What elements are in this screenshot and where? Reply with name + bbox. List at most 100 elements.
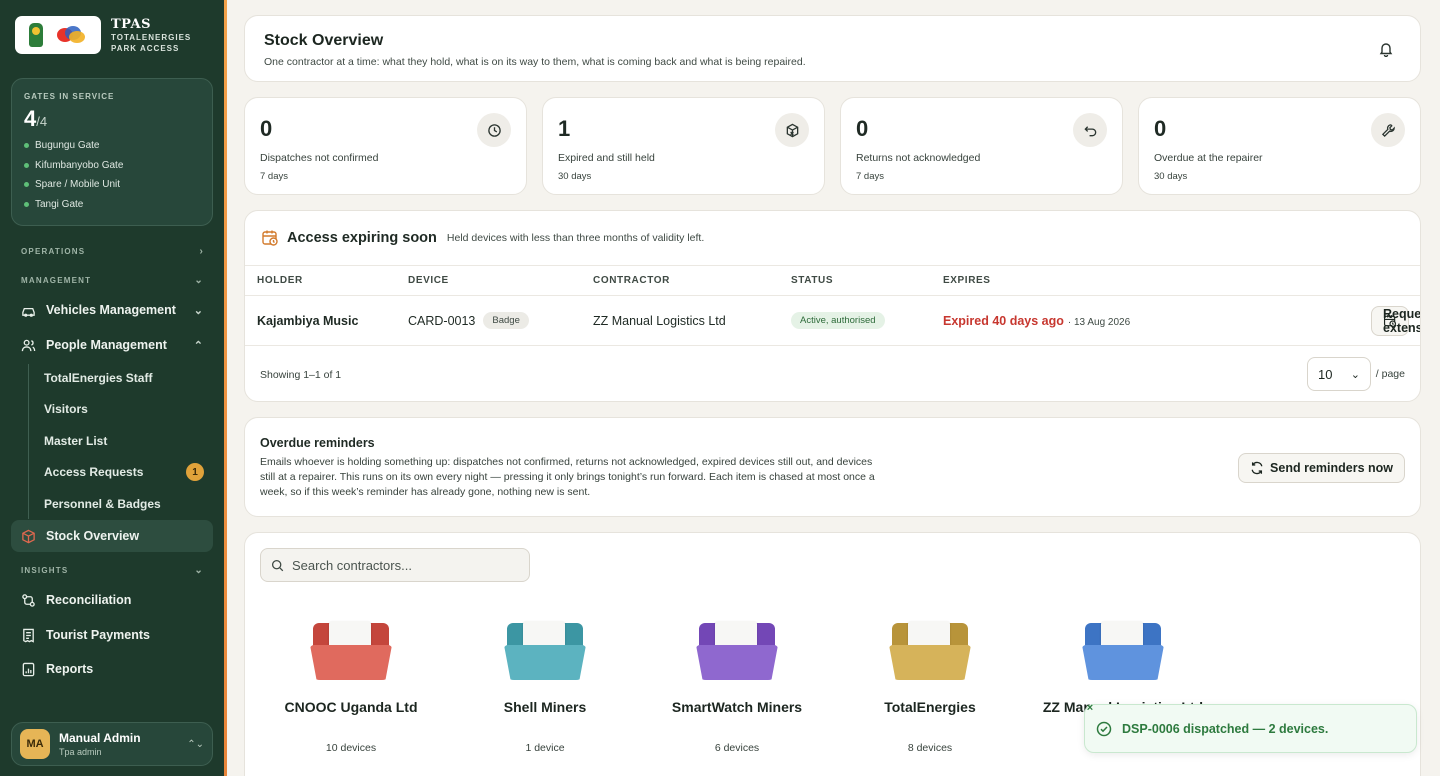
access-requests-badge: 1 [186, 463, 204, 481]
reminders-description: Emails whoever is holding something up: … [260, 456, 875, 498]
contractor-card[interactable]: Shell Miners 1 device [455, 618, 635, 754]
table-row[interactable]: Kajambiya Music CARD-0013 Badge ZZ Manual… [245, 296, 1420, 346]
sidebar-item-master-list[interactable]: Master List [44, 427, 214, 455]
receipt-icon [23, 628, 34, 643]
chevron-updown-icon: ⌃⌄ [187, 738, 204, 750]
page-title: Stock Overview [264, 32, 384, 49]
stat-value: 0 [260, 116, 273, 141]
stat-value: 0 [1154, 116, 1167, 141]
search-input[interactable]: Search contractors... [292, 558, 412, 573]
sidebar-item-visitors[interactable]: Visitors [44, 395, 214, 423]
bell-icon[interactable] [1378, 41, 1394, 57]
brand-title: TPAS [111, 16, 151, 32]
holder-name: Kajambiya Music [257, 313, 359, 328]
send-reminders-button[interactable]: Send reminders now [1238, 453, 1405, 483]
reminders-title: Overdue reminders [260, 436, 375, 450]
wrench-icon [1371, 113, 1405, 147]
contractor-name: ZZ Manual Logistics Ltd [593, 313, 726, 328]
clock-icon [477, 113, 511, 147]
report-icon [22, 662, 35, 676]
stat-label: Returns not acknowledged [856, 152, 981, 164]
sidebar-accent-edge [224, 0, 227, 776]
gate-item: Kifumbanyobo Gate [24, 156, 200, 176]
stat-value: 1 [558, 116, 571, 141]
sidebar: TPAS TOTALENERGIES PARK ACCESS GATES IN … [0, 0, 224, 776]
column-expires[interactable]: EXPIRES [943, 275, 991, 286]
contractor-card[interactable]: CNOOC Uganda Ltd 10 devices [261, 618, 441, 754]
sidebar-item-totalenergies-staff[interactable]: TotalEnergies Staff [44, 364, 214, 392]
section-operations[interactable]: OPERATIONS › [21, 246, 204, 257]
close-icon[interactable]: × [1083, 701, 1097, 715]
sidebar-item-reconciliation[interactable]: Reconciliation [11, 584, 213, 616]
device-type-badge: Badge [483, 312, 529, 329]
stat-period: 30 days [1154, 171, 1188, 182]
column-holder[interactable]: HOLDER [257, 275, 303, 286]
gates-panel: GATES IN SERVICE 4/4 Bugungu Gate Kifumb… [11, 78, 213, 226]
stat-overdue-at-repairer[interactable]: 0 Overdue at the repairer 30 days [1138, 97, 1421, 195]
contractor-device-count: 10 devices [325, 742, 377, 754]
column-status[interactable]: STATUS [791, 275, 833, 286]
contractor-card[interactable]: TotalEnergies 8 devices [840, 618, 1020, 754]
status-dot-icon [24, 182, 29, 188]
table-footer: Showing 1–1 of 1 10 ⌄ / page [245, 346, 1420, 401]
sidebar-item-personnel-badges[interactable]: Personnel & Badges [44, 490, 214, 518]
column-device[interactable]: DEVICE [408, 275, 449, 286]
reconciliation-icon [22, 593, 35, 607]
access-expiring-title: Access expiring soon [287, 230, 437, 246]
stat-expired-still-held[interactable]: 1 Expired and still held 30 days [542, 97, 825, 195]
chevron-down-icon: ⌄ [1350, 368, 1360, 381]
submenu-line [28, 364, 29, 519]
totalenergies-logo-icon [55, 24, 87, 46]
section-management[interactable]: MANAGEMENT ⌄ [21, 275, 204, 286]
user-menu[interactable]: MA Manual Admin Tpa admin ⌃⌄ [11, 722, 213, 766]
stat-label: Overdue at the repairer [1154, 152, 1263, 164]
chevron-right-icon: › [199, 246, 204, 257]
request-extension-button[interactable]: Request extension [1371, 305, 1420, 336]
column-contractor[interactable]: CONTRACTOR [593, 275, 670, 286]
uwa-logo-icon [29, 23, 43, 47]
undo-icon [1073, 113, 1107, 147]
chevron-down-icon: ⌄ [193, 304, 203, 317]
section-insights[interactable]: INSIGHTS ⌄ [21, 565, 204, 576]
users-icon [21, 339, 36, 351]
contractor-name: TotalEnergies [884, 699, 976, 715]
stat-period: 7 days [856, 171, 884, 182]
brand-subtitle: TOTALENERGIES PARK ACCESS [111, 32, 192, 53]
stat-value: 0 [856, 116, 869, 141]
page-size-select[interactable]: 10 ⌄ [1307, 357, 1371, 391]
logo [15, 16, 101, 54]
contractor-card[interactable]: SmartWatch Miners 6 devices [647, 618, 827, 754]
brand[interactable]: TPAS TOTALENERGIES PARK ACCESS [15, 15, 201, 55]
sidebar-item-tourist-payments[interactable]: Tourist Payments [11, 619, 213, 651]
toast-message: DSP-0006 dispatched — 2 devices. [1122, 721, 1329, 736]
showing-count: Showing 1–1 of 1 [260, 368, 342, 381]
table-header: HOLDER DEVICE CONTRACTOR STATUS EXPIRES [245, 266, 1420, 296]
package-icon [22, 529, 35, 543]
sidebar-item-stock-overview[interactable]: Stock Overview [11, 520, 213, 552]
expires-date: · 13 Aug 2026 [1067, 316, 1131, 328]
package-x-icon [775, 113, 809, 147]
contractor-name: SmartWatch Miners [671, 699, 803, 715]
status-dot-icon [24, 143, 29, 149]
sidebar-item-people[interactable]: People Management ⌃ [11, 329, 213, 361]
stat-period: 30 days [558, 171, 592, 182]
contractor-device-count: 1 device [525, 742, 565, 754]
contractor-device-count: 8 devices [907, 742, 953, 754]
contractor-search[interactable]: Search contractors... [260, 548, 530, 582]
device-cell: CARD-0013 Badge [408, 312, 529, 329]
page-subtitle: One contractor at a time: what they hold… [264, 56, 806, 68]
car-icon [22, 307, 35, 317]
refresh-icon [1251, 461, 1263, 475]
page-header: Stock Overview One contractor at a time:… [244, 15, 1421, 82]
stat-dispatches-not-confirmed[interactable]: 0 Dispatches not confirmed 7 days [244, 97, 527, 195]
status-dot-icon [24, 162, 29, 168]
sidebar-item-vehicles[interactable]: Vehicles Management ⌄ [11, 294, 213, 326]
folder-icon [889, 618, 971, 680]
per-page-label: / page [1375, 368, 1405, 380]
folder-icon [1082, 618, 1164, 680]
stat-returns-not-acknowledged[interactable]: 0 Returns not acknowledged 7 days [840, 97, 1123, 195]
sidebar-item-access-requests[interactable]: Access Requests 1 [44, 458, 214, 486]
sidebar-item-reports[interactable]: Reports [11, 653, 213, 685]
contractor-device-count: 6 devices [714, 742, 760, 754]
status-badge: Active, authorised [791, 312, 885, 329]
